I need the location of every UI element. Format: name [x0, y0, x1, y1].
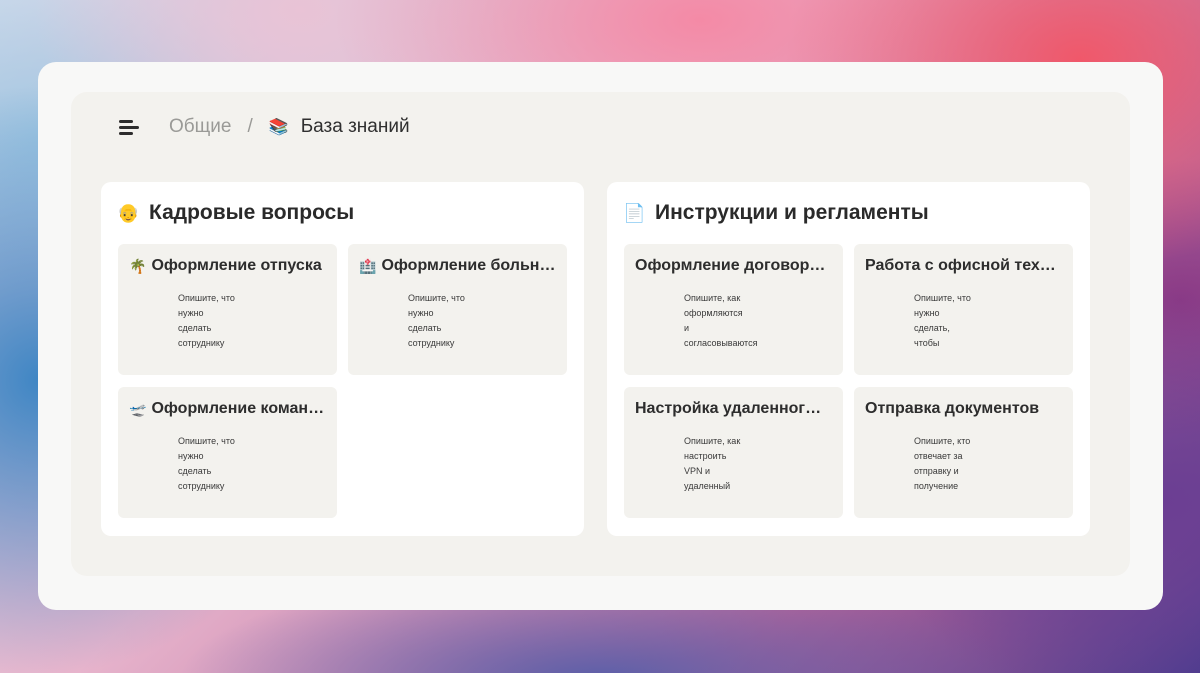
airplane-icon: 🛫: [129, 400, 147, 417]
books-icon: 📚: [268, 119, 289, 136]
breadcrumb: Общие / 📚 База знаний: [169, 116, 410, 138]
old-man-icon: 👴: [117, 202, 140, 223]
document-icon: 📄: [623, 202, 646, 223]
card-desc-line: удаленный: [684, 481, 731, 491]
card-office-equipment[interactable]: Работа с офисной тех… Опишите, что нужно…: [854, 244, 1073, 375]
card-desc-line: Опишите, как: [684, 436, 741, 446]
breadcrumb-separator: /: [247, 116, 253, 137]
card-desc-line: сделать: [408, 323, 442, 333]
card-title: 🏥 Оформление больн…: [359, 257, 559, 275]
menu-icon[interactable]: [119, 118, 141, 136]
card-desc-line: сотруднику: [178, 338, 225, 348]
card-title-text: Оформление договор…: [635, 257, 826, 274]
card-sending-documents[interactable]: Отправка документов Опишите, кто отвечае…: [854, 387, 1073, 518]
card-desc-line: согласовываются: [684, 338, 758, 348]
workspace: Общие / 📚 База знаний 👴 Кадровые вопросы…: [71, 92, 1130, 576]
panel-title-text: Кадровые вопросы: [149, 201, 355, 224]
app-frame: Общие / 📚 База знаний 👴 Кадровые вопросы…: [38, 62, 1163, 610]
card-description: Опишите, что нужно сделать, чтобы: [914, 291, 1014, 351]
panel-title[interactable]: 👴 Кадровые вопросы: [117, 201, 354, 225]
card-remote-setup[interactable]: Настройка удаленног… Опишите, как настро…: [624, 387, 843, 518]
card-description: Опишите, что нужно сделать сотруднику: [408, 291, 508, 351]
card-desc-line: сделать: [178, 466, 212, 476]
panel-title-text: Инструкции и регламенты: [655, 201, 929, 224]
card-description: Опишите, что нужно сделать сотруднику: [178, 434, 278, 494]
card-desc-line: чтобы: [914, 338, 940, 348]
panel-hr-questions: 👴 Кадровые вопросы 🌴 Оформление отпуска …: [101, 182, 584, 536]
card-title-text: Оформление коман…: [151, 400, 325, 417]
card-title: 🛫 Оформление коман…: [129, 400, 329, 418]
card-desc-line: Опишите, что: [178, 436, 235, 446]
card-description: Опишите, как оформляются и согласовывают…: [684, 291, 784, 351]
card-contracts[interactable]: Оформление договор… Опишите, как оформля…: [624, 244, 843, 375]
card-business-trip[interactable]: 🛫 Оформление коман… Опишите, что нужно с…: [118, 387, 337, 518]
card-sick-leave[interactable]: 🏥 Оформление больн… Опишите, что нужно с…: [348, 244, 567, 375]
card-title: Оформление договор…: [635, 257, 835, 275]
card-desc-line: Опишите, кто: [914, 436, 971, 446]
card-description: Опишите, кто отвечает за отправку и полу…: [914, 434, 1014, 494]
card-desc-line: сделать,: [914, 323, 950, 333]
card-desc-line: отвечает за: [914, 451, 963, 461]
card-title: Отправка документов: [865, 400, 1065, 418]
topbar: Общие / 📚 База знаний: [119, 114, 410, 140]
palm-tree-icon: 🌴: [129, 257, 147, 274]
panel-title[interactable]: 📄 Инструкции и регламенты: [623, 201, 929, 225]
card-desc-line: Опишите, как: [684, 293, 741, 303]
card-title-text: Оформление отпуска: [151, 257, 322, 274]
card-title-text: Настройка удаленног…: [635, 400, 822, 417]
card-title-text: Отправка документов: [865, 400, 1040, 417]
card-desc-line: нужно: [178, 308, 204, 318]
card-desc-line: сделать: [178, 323, 212, 333]
card-desc-line: нужно: [914, 308, 940, 318]
card-desc-line: получение: [914, 481, 959, 491]
card-title-text: Оформление больн…: [381, 257, 556, 274]
panel-instructions: 📄 Инструкции и регламенты Оформление дог…: [607, 182, 1090, 536]
card-desc-line: нужно: [178, 451, 204, 461]
card-title: Работа с офисной тех…: [865, 257, 1065, 275]
hospital-icon: 🏥: [359, 257, 377, 274]
card-desc-line: VPN и: [684, 466, 711, 476]
card-description: Опишите, как настроить VPN и удаленный: [684, 434, 784, 494]
card-desc-line: настроить: [684, 451, 727, 461]
card-vacation[interactable]: 🌴 Оформление отпуска Опишите, что нужно …: [118, 244, 337, 375]
card-title: 🌴 Оформление отпуска: [129, 257, 329, 275]
card-desc-line: Опишите, что: [914, 293, 971, 303]
card-desc-line: сотруднику: [408, 338, 455, 348]
card-desc-line: отправку и: [914, 466, 959, 476]
breadcrumb-current[interactable]: База знаний: [301, 116, 410, 138]
card-desc-line: Опишите, что: [178, 293, 235, 303]
card-description: Опишите, что нужно сделать сотруднику: [178, 291, 278, 351]
card-desc-line: нужно: [408, 308, 434, 318]
card-desc-line: Опишите, что: [408, 293, 465, 303]
card-desc-line: и: [684, 323, 690, 333]
card-desc-line: сотруднику: [178, 481, 225, 491]
card-desc-line: оформляются: [684, 308, 743, 318]
card-title: Настройка удаленног…: [635, 400, 835, 418]
card-title-text: Работа с офисной тех…: [865, 257, 1056, 274]
breadcrumb-parent[interactable]: Общие: [169, 116, 231, 138]
